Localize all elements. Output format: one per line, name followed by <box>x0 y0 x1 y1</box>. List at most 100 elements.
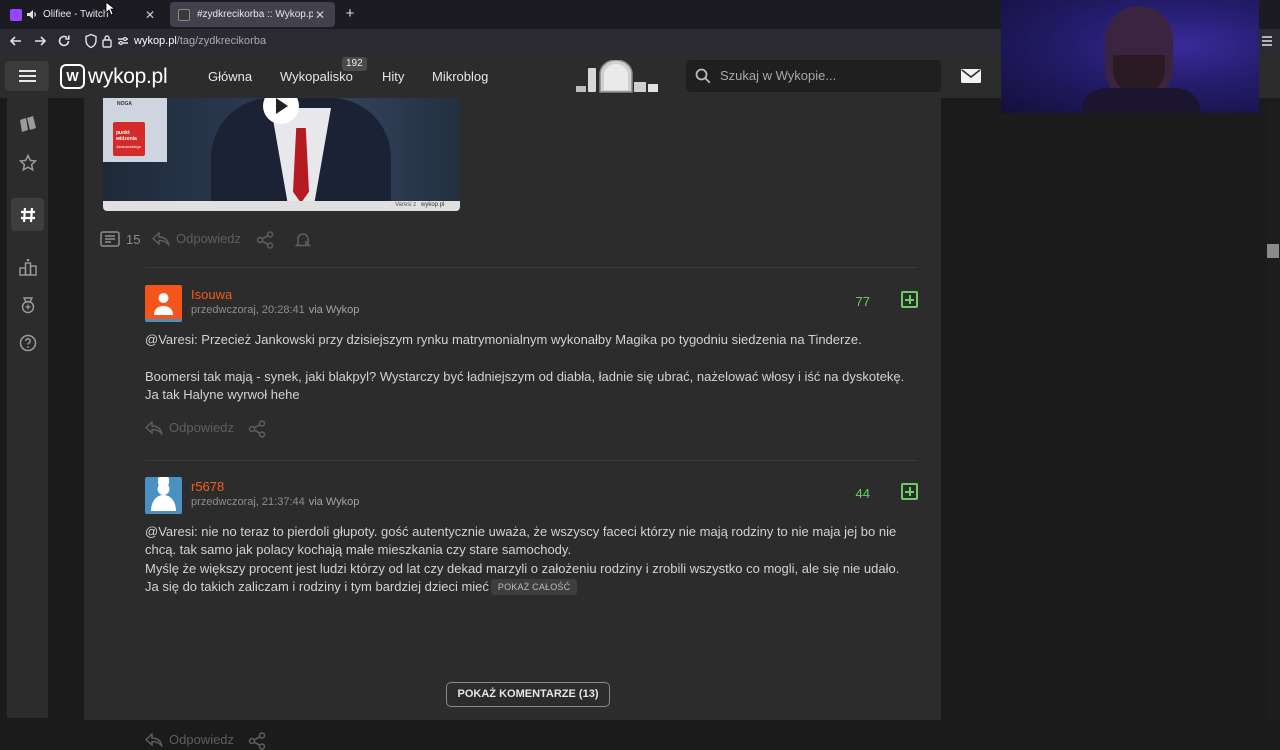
reload-icon[interactable] <box>56 33 72 49</box>
comment-time: przedwczoraj, 21:37:44 <box>191 496 305 508</box>
video-red-label: punkt widzenia Jankowskiego <box>113 122 145 156</box>
video-watermark-logo: wykop.pl <box>421 202 445 208</box>
menu-icon[interactable] <box>1260 33 1276 49</box>
comment-body: @Varesi: Przecież Jankowski przy dzisiej… <box>145 331 905 404</box>
reply-icon <box>152 231 170 246</box>
vote-count: 44 <box>855 486 870 501</box>
scrollbar-thumb[interactable] <box>1267 244 1279 258</box>
tab-title: #zydkrecikorba :: Wykop.pl <box>197 9 313 20</box>
search-input[interactable]: Szukaj w Wykopie... <box>686 60 941 92</box>
video-caption-2: Jankowskiego <box>116 144 142 149</box>
video-caption-1: punkt widzenia <box>116 130 137 142</box>
back-arrow-icon[interactable] <box>8 33 24 49</box>
via-label[interactable]: via Wykop <box>309 304 360 316</box>
upvote-plus-icon[interactable] <box>901 483 918 500</box>
show-all-button[interactable]: POKAŻ CAŁOŚĆ <box>490 578 578 595</box>
reply-label: Odpowiedz <box>169 732 235 747</box>
comment-paragraph: Ja się do takich zaliczam i rodziny i ty… <box>145 578 489 594</box>
avatar-user-icon <box>154 293 173 315</box>
wykop-logo[interactable]: W wykop.pl <box>60 64 168 89</box>
comment-paragraph: Myślę że większy procent jest ludzi któr… <box>145 560 900 576</box>
comments-count-button[interactable]: 15 <box>100 231 140 247</box>
twitch-icon <box>10 8 22 21</box>
mail-icon[interactable] <box>961 69 981 83</box>
comment-time: przedwczoraj, 20:28:41 <box>191 304 305 316</box>
badge-medal-icon[interactable] <box>11 288 44 321</box>
share-icon[interactable] <box>248 420 266 438</box>
reply-label: Odpowiedz <box>176 231 242 246</box>
comment-paragraph-last: Ja się do takich zaliczam i rodziny i ty… <box>145 578 905 596</box>
nav-mikroblog[interactable]: Mikroblog <box>432 69 488 84</box>
star-icon[interactable] <box>11 146 44 179</box>
avatar-bar <box>145 511 182 514</box>
avatar[interactable] <box>145 477 182 514</box>
reply-button[interactable]: Odpowiedz <box>152 231 241 246</box>
lock-icon[interactable] <box>100 33 116 49</box>
webcam-shoulders <box>1081 88 1201 113</box>
reply-icon <box>145 732 163 747</box>
reply-button[interactable]: Odpowiedz <box>145 420 234 435</box>
divider <box>145 460 918 461</box>
shield-icon[interactable] <box>84 33 100 49</box>
upvote-plus-icon[interactable] <box>901 291 918 308</box>
url-domain: wykop.pl <box>134 35 177 47</box>
comment-meta: przedwczoraj, 20:28:41 via Wykop <box>191 304 359 316</box>
avatar-user-icon <box>151 477 176 511</box>
comments-count: 15 <box>126 231 141 247</box>
hashtag-icon[interactable] <box>11 198 44 231</box>
search-placeholder: Szukaj w Wykopie... <box>720 68 837 83</box>
wykop-favicon-icon <box>178 8 190 21</box>
main-content: NOGA punkt widzenia Jankowskiego Varesi … <box>84 98 941 750</box>
forward-arrow-icon[interactable] <box>32 33 48 49</box>
reply-label: Odpowiedz <box>169 420 235 435</box>
share-icon[interactable] <box>256 231 274 249</box>
comment-paragraph: Boomersi tak mają - synek, jaki blakpyl?… <box>145 368 905 402</box>
url-path: /tag/zydkrecikorba <box>176 35 267 47</box>
search-icon <box>695 68 711 84</box>
reply-button[interactable]: Odpowiedz <box>145 732 234 747</box>
help-icon[interactable] <box>11 326 44 359</box>
audio-icon[interactable] <box>26 9 38 20</box>
url-bar[interactable]: wykop.pl/tag/zydkrecikorba <box>134 35 266 47</box>
close-tab-icon[interactable]: ✕ <box>313 8 327 22</box>
nav-glowna[interactable]: Główna <box>208 69 252 84</box>
video-tag: NOGA <box>117 101 132 107</box>
comment-item: Isouwa przedwczoraj, 20:28:41 via Wykop 7… <box>145 285 918 445</box>
show-comments-button[interactable]: POKAŻ KOMENTARZE (13) <box>446 682 610 707</box>
links-icon[interactable] <box>11 108 44 141</box>
username[interactable]: r5678 <box>191 479 224 494</box>
close-tab-icon[interactable]: ✕ <box>143 8 157 22</box>
page-scrollbar[interactable] <box>1266 98 1280 720</box>
ranking-icon[interactable] <box>11 250 44 283</box>
vote-count: 77 <box>855 294 870 309</box>
via-label[interactable]: via Wykop <box>309 496 360 508</box>
nav-wykopalisko[interactable]: Wykopalisko <box>280 69 353 84</box>
tab-title: Olifiee - Twitch <box>43 9 109 20</box>
share-icon[interactable] <box>248 732 266 750</box>
video-overlay-card: NOGA punkt widzenia Jankowskiego <box>103 98 167 162</box>
hamburger-menu-button[interactable] <box>5 61 49 91</box>
avatar[interactable] <box>145 285 182 322</box>
webcam-overlay <box>1001 0 1259 113</box>
tab-twitch[interactable]: Olifiee - Twitch ✕ <box>2 2 165 27</box>
wykopalisko-count-badge: 192 <box>342 57 367 71</box>
avatar-bar <box>145 319 182 322</box>
divider <box>145 267 918 268</box>
comment-item: r5678 przedwczoraj, 21:37:44 via Wykop 44… <box>145 477 918 750</box>
tab-wykop[interactable]: #zydkrecikorba :: Wykop.pl ✕ <box>170 2 335 27</box>
new-tab-button[interactable]: + <box>340 4 360 24</box>
mouse-cursor-icon <box>105 1 115 16</box>
video-watermark: Varesi z <box>395 202 417 208</box>
wykop-logo-icon: W <box>60 64 85 89</box>
video-embed[interactable]: NOGA punkt widzenia Jankowskiego Varesi … <box>103 98 460 211</box>
nav-hity[interactable]: Hity <box>382 69 404 84</box>
left-sidebar <box>7 98 48 718</box>
username[interactable]: Isouwa <box>191 287 232 302</box>
notification-bell-icon[interactable] <box>294 231 312 249</box>
comment-paragraph: @Varesi: Przecież Jankowski przy dzisiej… <box>145 332 862 347</box>
permissions-icon[interactable] <box>116 33 132 49</box>
video-bottom-bar: Varesi z wykop.pl <box>103 201 460 211</box>
comment-meta: przedwczoraj, 21:37:44 via Wykop <box>191 496 359 508</box>
comment-paragraph: @Varesi: nie no teraz to pierdoli głupot… <box>145 524 897 558</box>
comment-body: @Varesi: nie no teraz to pierdoli głupot… <box>145 523 905 596</box>
